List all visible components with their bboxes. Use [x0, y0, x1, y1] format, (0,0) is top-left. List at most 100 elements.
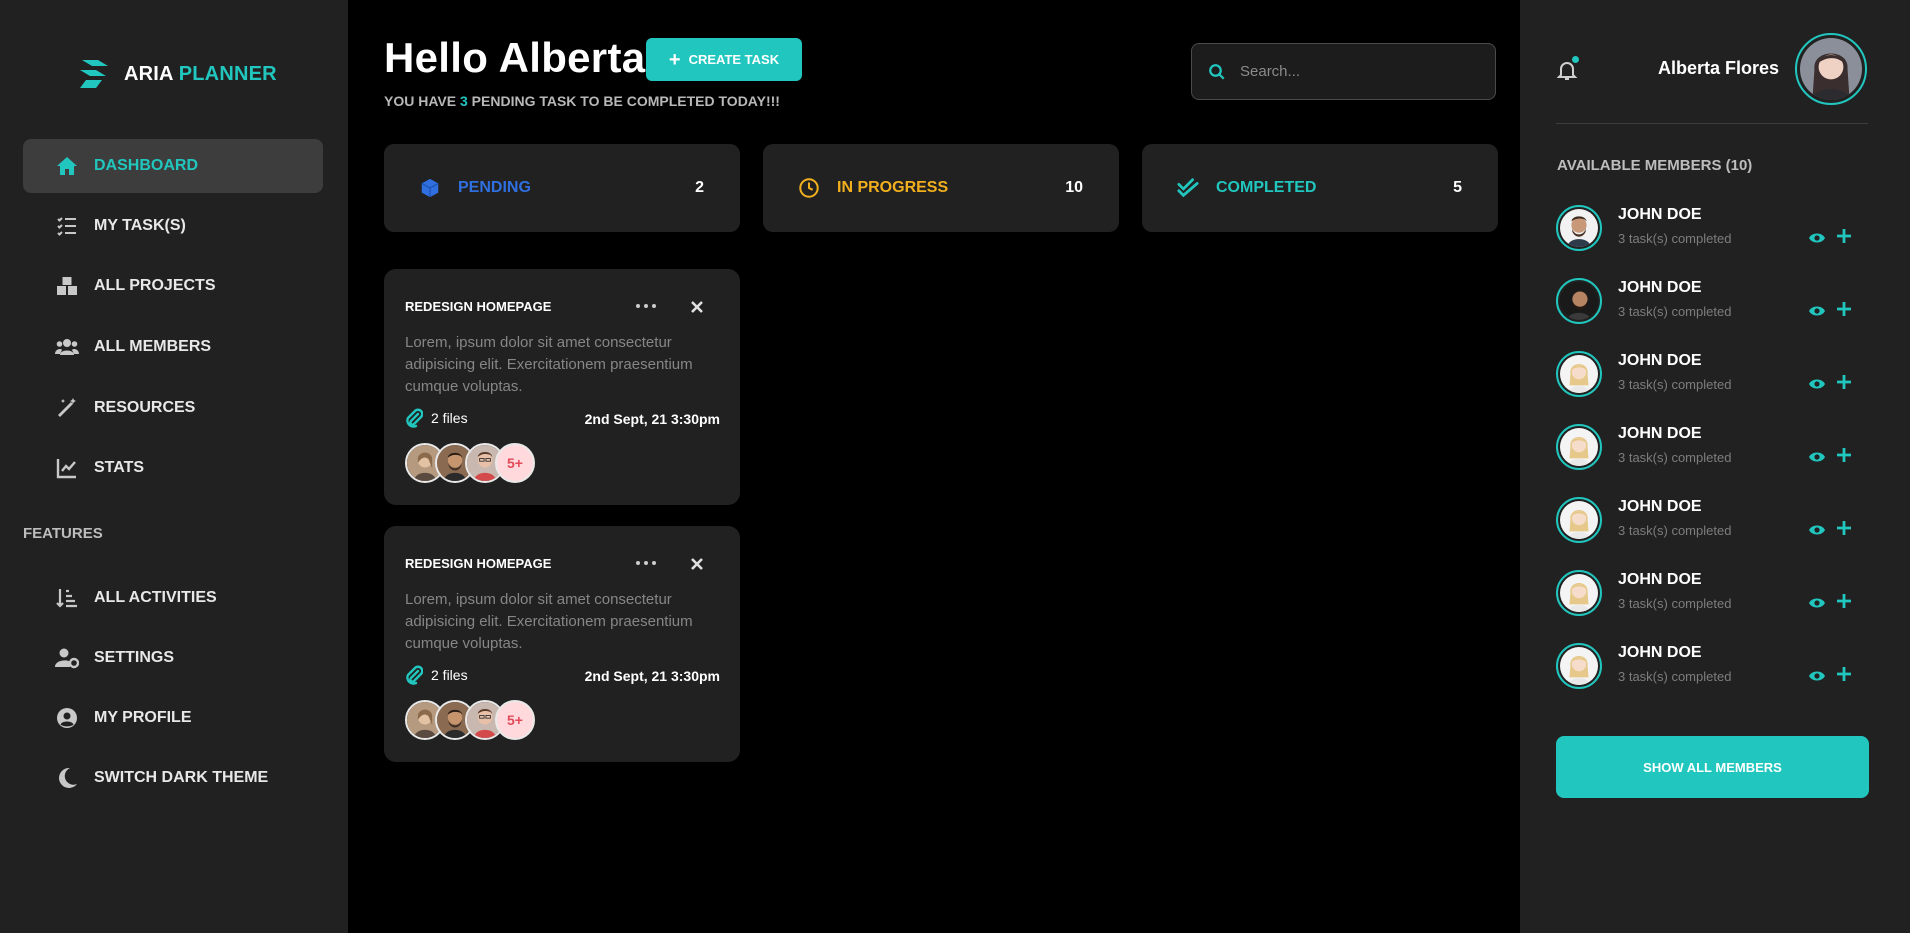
- task-card[interactable]: REDESIGN HOMEPAGE Lorem, ipsum dolor sit…: [384, 269, 740, 505]
- magic-wand-icon: [54, 395, 80, 421]
- member-name: JOHN DOE: [1618, 352, 1702, 369]
- plus-icon[interactable]: [1835, 665, 1853, 683]
- search-icon: [1209, 63, 1225, 80]
- nav-label: ALL MEMBERS: [94, 338, 212, 355]
- nav-my-profile[interactable]: MY PROFILE: [23, 691, 323, 745]
- more-options-icon[interactable]: [636, 299, 656, 313]
- nav-label: DASHBOARD: [94, 157, 198, 174]
- nav-resources[interactable]: RESOURCES: [23, 381, 323, 435]
- member-item[interactable]: JOHN DOE 3 task(s) completed: [1556, 205, 1868, 255]
- task-description: Lorem, ipsum dolor sit amet consectetur …: [405, 591, 693, 652]
- nav-stats[interactable]: STATS: [23, 441, 323, 495]
- logo-text-aria: ARIA: [124, 62, 173, 85]
- member-status: 3 task(s) completed: [1618, 450, 1732, 465]
- plus-icon[interactable]: [1835, 227, 1853, 245]
- avatar[interactable]: [1556, 278, 1602, 324]
- logo-icon: [80, 60, 108, 88]
- nav-label: STATS: [94, 459, 145, 476]
- profile-avatar[interactable]: [1795, 33, 1867, 105]
- search-input[interactable]: [1240, 63, 1470, 80]
- member-status: 3 task(s) completed: [1618, 231, 1732, 246]
- search-box: [1191, 43, 1496, 100]
- stat-value: 10: [1065, 179, 1083, 196]
- nav-settings[interactable]: SETTINGS: [23, 631, 323, 685]
- member-item[interactable]: JOHN DOE 3 task(s) completed: [1556, 278, 1868, 328]
- member-status: 3 task(s) completed: [1618, 304, 1732, 319]
- profile-name[interactable]: Alberta Flores: [1658, 58, 1779, 79]
- nav-all-activities[interactable]: ALL ACTIVITIES: [23, 571, 323, 625]
- sort-amount-icon: [54, 585, 80, 611]
- task-files[interactable]: 2 files: [405, 665, 468, 685]
- stat-card-pending[interactable]: PENDING 2: [384, 144, 740, 232]
- stat-card-completed[interactable]: COMPLETED 5: [1142, 144, 1498, 232]
- create-task-button[interactable]: + CREATE TASK: [646, 38, 802, 81]
- close-icon[interactable]: [689, 556, 705, 572]
- eye-icon[interactable]: [1808, 304, 1826, 318]
- plus-icon[interactable]: [1835, 300, 1853, 318]
- plus-icon[interactable]: [1835, 373, 1853, 391]
- right-panel: Alberta Flores AVAILABLE MEMBERS (10) JO…: [1520, 0, 1910, 933]
- clock-icon: [797, 176, 821, 200]
- avatar[interactable]: [1556, 643, 1602, 689]
- nav-all-members[interactable]: ALL MEMBERS: [23, 320, 323, 374]
- nav-all-projects[interactable]: ALL PROJECTS: [23, 259, 323, 313]
- notification-bell[interactable]: [1555, 56, 1579, 82]
- nav-label: ALL PROJECTS: [94, 277, 216, 294]
- member-name: JOHN DOE: [1618, 571, 1702, 588]
- stat-value: 5: [1453, 179, 1462, 196]
- member-item[interactable]: JOHN DOE 3 task(s) completed: [1556, 570, 1868, 620]
- paperclip-icon: [406, 408, 423, 428]
- task-title: REDESIGN HOMEPAGE: [405, 299, 552, 314]
- logo-text-planner: PLANNER: [178, 62, 277, 85]
- eye-icon[interactable]: [1808, 450, 1826, 464]
- task-card[interactable]: REDESIGN HOMEPAGE Lorem, ipsum dolor sit…: [384, 526, 740, 762]
- plus-icon[interactable]: [1835, 592, 1853, 610]
- summary-prefix: YOU HAVE: [384, 93, 460, 109]
- avatar[interactable]: [1556, 570, 1602, 616]
- double-check-icon: [1176, 176, 1200, 200]
- avatar[interactable]: [1556, 351, 1602, 397]
- member-name: JOHN DOE: [1618, 498, 1702, 515]
- close-icon[interactable]: [689, 299, 705, 315]
- home-icon: [54, 153, 80, 179]
- task-date: 2nd Sept, 21 3:30pm: [584, 668, 720, 684]
- nav-label: RESOURCES: [94, 399, 196, 416]
- app-logo[interactable]: ARIA PLANNER: [78, 56, 277, 92]
- eye-icon[interactable]: [1808, 523, 1826, 537]
- chart-line-icon: [54, 455, 80, 481]
- avatar[interactable]: [1556, 497, 1602, 543]
- moon-icon: [54, 765, 80, 791]
- eye-icon[interactable]: [1808, 669, 1826, 683]
- member-item[interactable]: JOHN DOE 3 task(s) completed: [1556, 424, 1868, 474]
- nav-my-tasks[interactable]: MY TASK(S): [23, 199, 323, 253]
- avatar[interactable]: [1556, 205, 1602, 251]
- eye-icon[interactable]: [1808, 377, 1826, 391]
- task-list-icon: [54, 213, 80, 239]
- more-members-badge[interactable]: 5+: [495, 700, 535, 740]
- nav-label: MY PROFILE: [94, 709, 192, 726]
- task-title: REDESIGN HOMEPAGE: [405, 556, 552, 571]
- member-name: JOHN DOE: [1618, 425, 1702, 442]
- member-item[interactable]: JOHN DOE 3 task(s) completed: [1556, 643, 1868, 693]
- eye-icon[interactable]: [1808, 596, 1826, 610]
- member-status: 3 task(s) completed: [1618, 377, 1732, 392]
- eye-icon[interactable]: [1808, 231, 1826, 245]
- nav-label: SWITCH DARK THEME: [94, 769, 269, 786]
- create-task-label: CREATE TASK: [688, 52, 780, 67]
- stat-card-in-progress[interactable]: IN PROGRESS 10: [763, 144, 1119, 232]
- nav-switch-dark-theme[interactable]: SWITCH DARK THEME: [23, 751, 323, 805]
- members-panel-title: AVAILABLE MEMBERS (10): [1557, 157, 1753, 174]
- member-item[interactable]: JOHN DOE 3 task(s) completed: [1556, 497, 1868, 547]
- plus-icon[interactable]: [1835, 446, 1853, 464]
- plus-icon[interactable]: [1835, 519, 1853, 537]
- avatar[interactable]: [1556, 424, 1602, 470]
- show-all-members-button[interactable]: SHOW ALL MEMBERS: [1556, 736, 1869, 798]
- task-files[interactable]: 2 files: [405, 408, 468, 428]
- member-item[interactable]: JOHN DOE 3 task(s) completed: [1556, 351, 1868, 401]
- more-members-badge[interactable]: 5+: [495, 443, 535, 483]
- more-options-icon[interactable]: [636, 556, 656, 570]
- sidebar: ARIA PLANNER DASHBOARD MY TASK(S) ALL PR…: [0, 0, 348, 933]
- task-members: 5+: [405, 700, 535, 740]
- stat-label: IN PROGRESS: [837, 179, 949, 196]
- nav-dashboard[interactable]: DASHBOARD: [23, 139, 323, 193]
